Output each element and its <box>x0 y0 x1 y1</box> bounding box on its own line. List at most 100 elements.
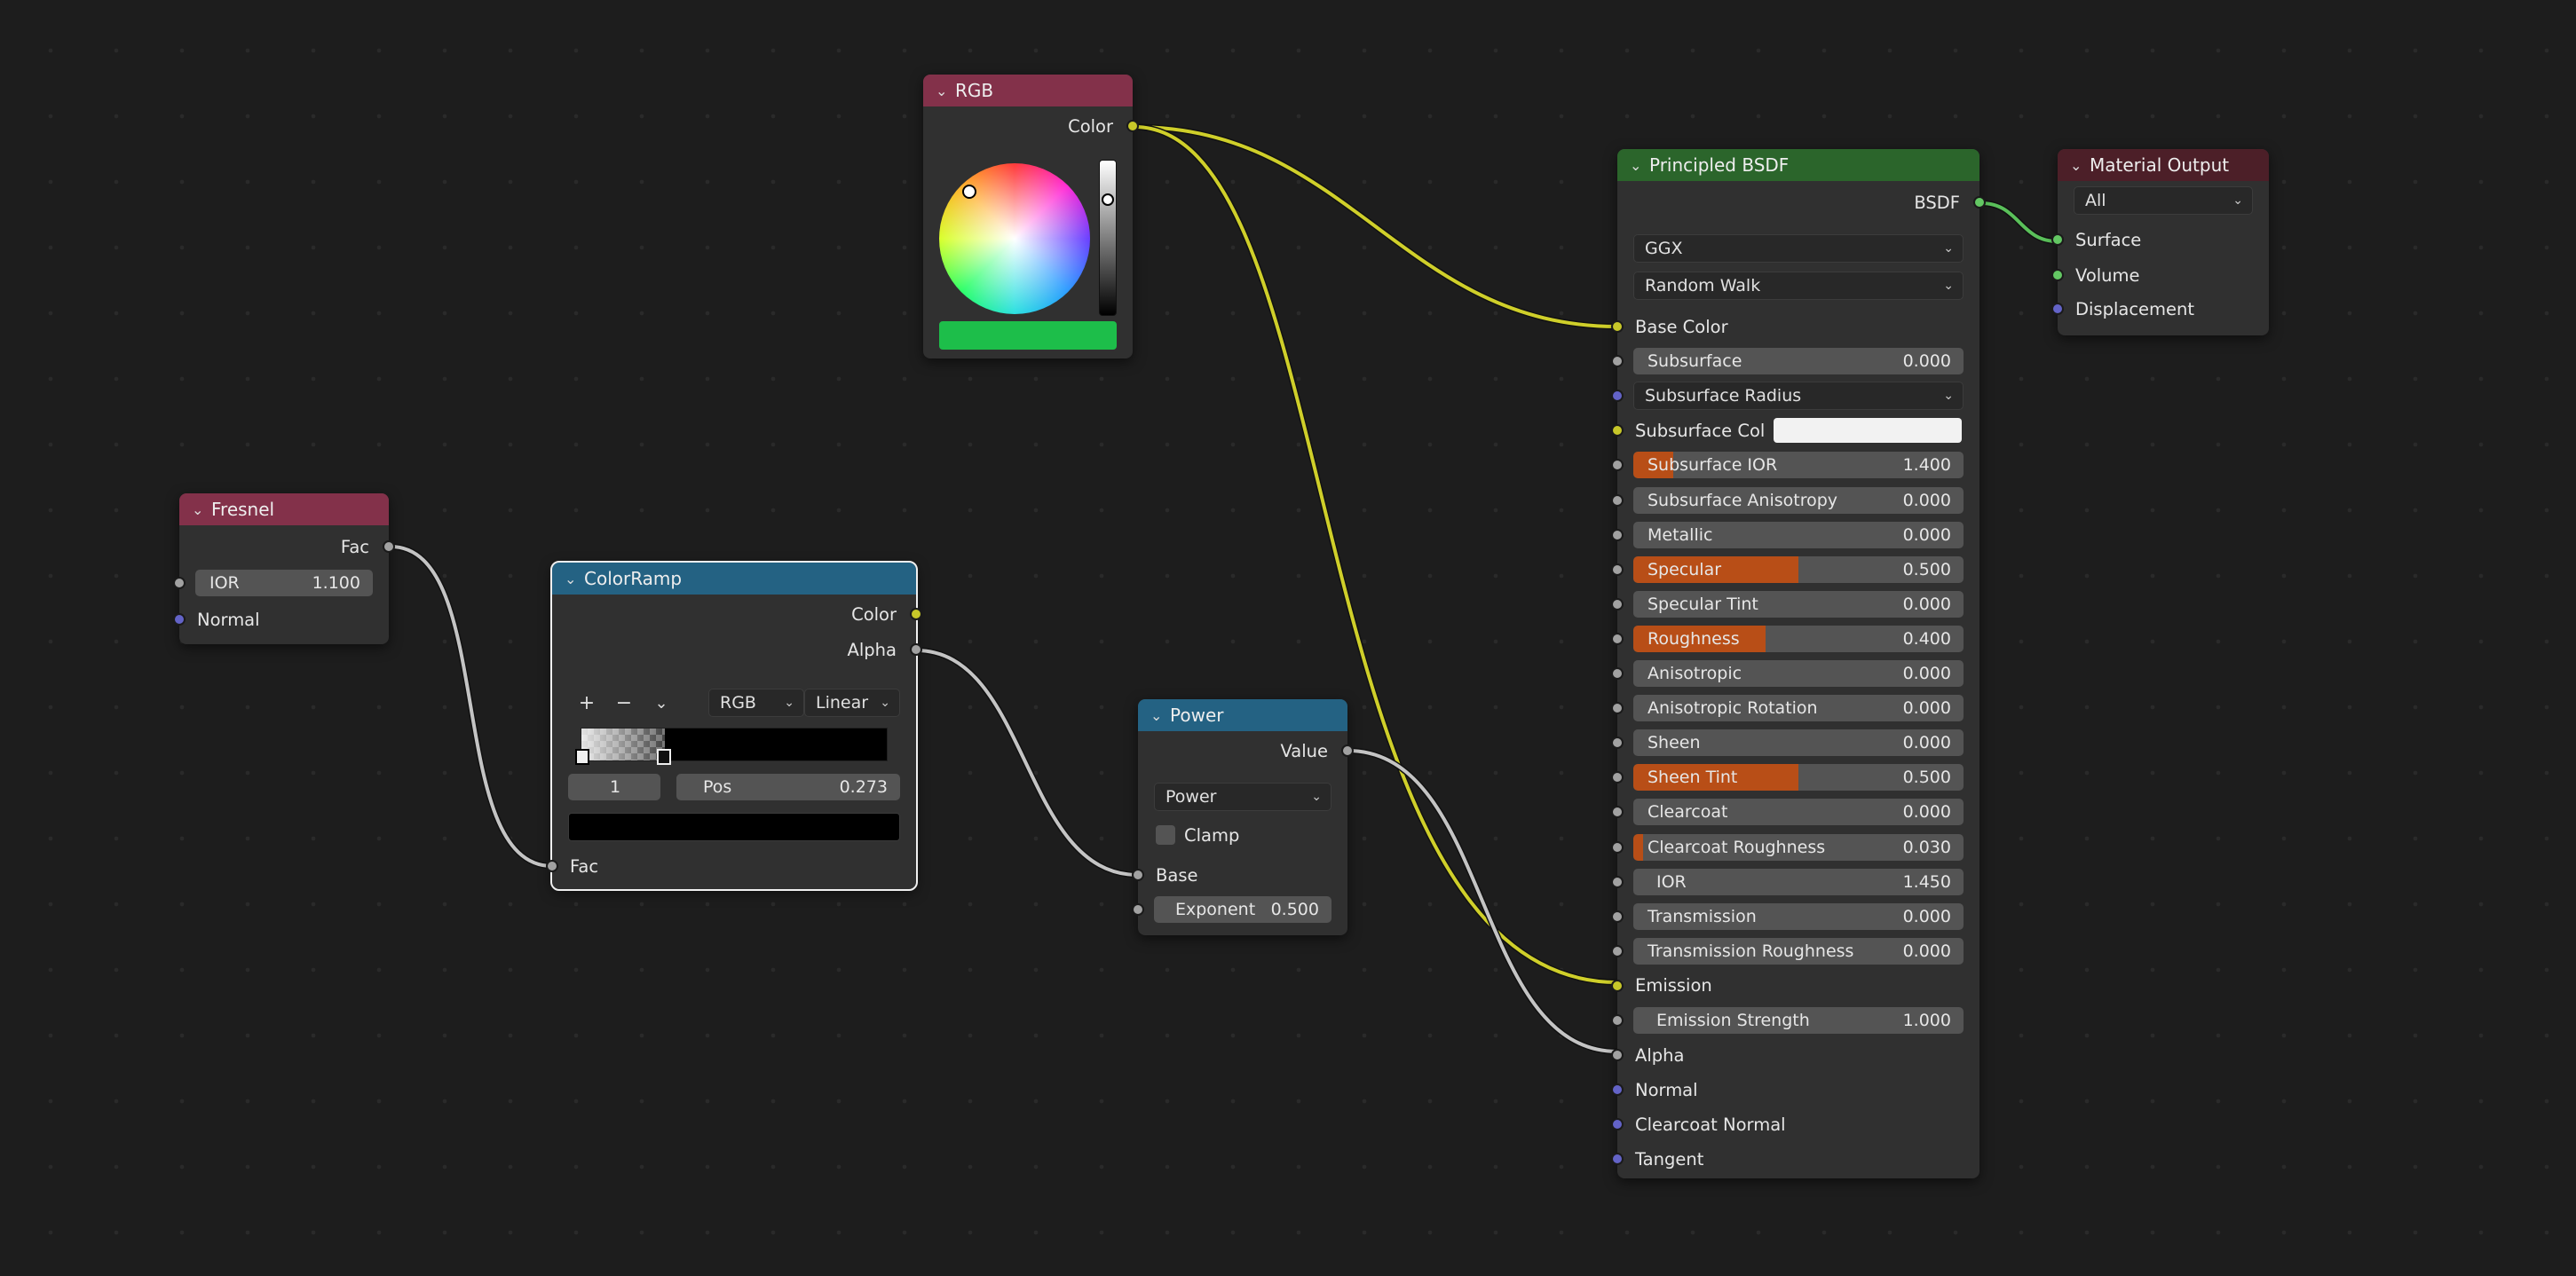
power-node[interactable]: ⌄ Power Value Power ⌄ Clamp Base Exponent… <box>1132 699 1354 935</box>
subsurface-anisotropy-slider[interactable]: Subsurface Anisotropy 0.000 <box>1633 486 1964 514</box>
collapse-chevron-icon[interactable]: ⌄ <box>192 501 211 518</box>
output-node-header[interactable]: ⌄ Material Output <box>2058 149 2269 181</box>
value-slider[interactable] <box>1099 160 1117 316</box>
roughness-slider[interactable]: Roughness 0.400 <box>1633 625 1964 652</box>
metallic-input-socket[interactable] <box>1611 528 1624 541</box>
surface-input-socket[interactable] <box>2051 233 2064 246</box>
color-mode-dropdown[interactable]: RGB ⌄ <box>708 689 804 717</box>
ior-slider[interactable]: IOR 1.450 <box>1633 868 1964 895</box>
colorramp-node[interactable]: ⌄ ColorRamp Color Alpha + − ⌄ RGB ⌄ Linea… <box>546 561 922 891</box>
rgb-color-output-socket[interactable] <box>1126 120 1139 132</box>
transmission-roughness-input-socket[interactable] <box>1611 944 1624 957</box>
add-stop-icon[interactable]: + <box>568 692 605 714</box>
fresnel-node-header[interactable]: ⌄ Fresnel <box>179 493 389 525</box>
remove-stop-icon[interactable]: − <box>605 692 643 714</box>
fresnel-normal-input-socket[interactable] <box>173 613 186 626</box>
bsdf-node-header[interactable]: ⌄ Principled BSDF <box>1617 149 1979 181</box>
colorramp-node-header[interactable]: ⌄ ColorRamp <box>552 563 916 595</box>
tangent-input-socket[interactable] <box>1611 1153 1624 1166</box>
link-rgb-to-base-color[interactable] <box>1134 125 1618 328</box>
stop-color-swatch[interactable] <box>568 813 900 841</box>
subsurface-anisotropy-input-socket[interactable] <box>1611 493 1624 507</box>
sheen-tint-slider[interactable]: Sheen Tint 0.500 <box>1633 764 1964 792</box>
exponent-field[interactable]: Exponent 0.500 <box>1154 896 1331 923</box>
emission-strength-input-socket[interactable] <box>1611 1014 1624 1027</box>
specular-tint-slider[interactable]: Specular Tint 0.000 <box>1633 590 1964 618</box>
colorramp-alpha-output-socket[interactable] <box>910 643 922 656</box>
specular-input-socket[interactable] <box>1611 563 1624 576</box>
subsurface-slider[interactable]: Subsurface 0.000 <box>1633 348 1964 375</box>
value-slider-handle[interactable] <box>1102 193 1114 206</box>
subsurface-input-socket[interactable] <box>1611 355 1624 368</box>
base-color-input-socket[interactable] <box>1611 320 1624 333</box>
anisotropic-slider[interactable]: Anisotropic 0.000 <box>1633 660 1964 687</box>
ramp-stop-handle-1[interactable] <box>657 749 671 765</box>
subsurface-color-swatch[interactable] <box>1774 418 1962 444</box>
rgb-node-header[interactable]: ⌄ RGB <box>923 75 1133 106</box>
clearcoat-input-socket[interactable] <box>1611 806 1624 819</box>
clearcoat-roughness-slider[interactable]: Clearcoat Roughness 0.030 <box>1633 833 1964 861</box>
transmission-slider[interactable]: Transmission 0.000 <box>1633 902 1964 930</box>
link-bsdf-to-surface[interactable] <box>1980 201 2058 243</box>
subsurface-radius-input-socket[interactable] <box>1611 390 1624 403</box>
rgb-color-swatch[interactable] <box>939 321 1117 350</box>
collapse-chevron-icon[interactable]: ⌄ <box>565 571 584 587</box>
subsurface-radius-dropdown[interactable]: Subsurface Radius ⌄ <box>1633 382 1964 411</box>
power-node-header[interactable]: ⌄ Power <box>1138 699 1347 731</box>
link-power-to-alpha[interactable] <box>1347 749 1618 1053</box>
clearcoat-roughness-input-socket[interactable] <box>1611 840 1624 854</box>
fresnel-fac-output-socket[interactable] <box>383 540 395 553</box>
alpha-input-socket[interactable] <box>1611 1049 1624 1062</box>
ramp-stop-handle-0[interactable] <box>575 749 589 765</box>
specular-slider[interactable]: Specular 0.500 <box>1633 555 1964 583</box>
emission-strength-slider[interactable]: Emission Strength 1.000 <box>1633 1007 1964 1034</box>
subsurface-color-input-socket[interactable] <box>1611 424 1624 437</box>
active-stop-index-field[interactable]: 1 <box>568 774 660 800</box>
anisotropic-rotation-input-socket[interactable] <box>1611 702 1624 715</box>
metallic-slider[interactable]: Metallic 0.000 <box>1633 521 1964 548</box>
collapse-chevron-icon[interactable]: ⌄ <box>1150 707 1170 724</box>
color-wheel-picker-handle[interactable] <box>962 185 976 199</box>
render-target-dropdown[interactable]: All ⌄ <box>2074 186 2253 215</box>
bsdf-output-socket[interactable] <box>1973 196 1986 209</box>
colorramp-color-output-socket[interactable] <box>910 608 922 620</box>
collapse-chevron-icon[interactable]: ⌄ <box>1630 157 1649 174</box>
fresnel-ior-field[interactable]: IOR 1.100 <box>195 570 373 596</box>
rgb-node[interactable]: ⌄ RGB Color <box>923 75 1139 358</box>
math-operation-dropdown[interactable]: Power ⌄ <box>1154 783 1331 811</box>
stop-position-field[interactable]: Pos 0.273 <box>676 774 900 800</box>
collapse-chevron-icon[interactable]: ⌄ <box>2070 157 2090 174</box>
specular-tint-input-socket[interactable] <box>1611 597 1624 610</box>
clearcoat-normal-input-socket[interactable] <box>1611 1118 1624 1131</box>
sheen-input-socket[interactable] <box>1611 736 1624 750</box>
interpolation-dropdown[interactable]: Linear ⌄ <box>804 689 900 717</box>
fresnel-node[interactable]: ⌄ Fresnel Fac IOR 1.100 Normal <box>173 493 395 644</box>
sheen-slider[interactable]: Sheen 0.000 <box>1633 729 1964 757</box>
fresnel-ior-input-socket[interactable] <box>173 577 186 589</box>
clamp-checkbox[interactable] <box>1156 825 1175 845</box>
roughness-input-socket[interactable] <box>1611 632 1624 645</box>
material-output-node[interactable]: ⌄ Material Output All ⌄ Surface Volume Di… <box>2051 149 2269 335</box>
link-colorramp-alpha-to-power[interactable] <box>915 649 1139 877</box>
subsurface-ior-slider[interactable]: Subsurface IOR 1.400 <box>1633 452 1964 479</box>
subsurface-method-dropdown[interactable]: Random Walk ⌄ <box>1633 272 1964 300</box>
sheen-tint-input-socket[interactable] <box>1611 771 1624 784</box>
principled-bsdf-node[interactable]: ⌄ Principled BSDF BSDF GGX ⌄ Random Walk ⌄… <box>1611 149 1986 1178</box>
colorramp-fac-input-socket[interactable] <box>546 860 558 872</box>
power-exponent-input-socket[interactable] <box>1132 903 1144 916</box>
collapse-chevron-icon[interactable]: ⌄ <box>936 83 955 99</box>
volume-input-socket[interactable] <box>2051 269 2064 281</box>
anisotropic-input-socket[interactable] <box>1611 667 1624 680</box>
ramp-menu-chevron-icon[interactable]: ⌄ <box>643 694 680 713</box>
link-fresnel-to-colorramp[interactable] <box>390 545 553 868</box>
ior-input-socket[interactable] <box>1611 875 1624 888</box>
normal-input-socket[interactable] <box>1611 1083 1624 1097</box>
distribution-dropdown[interactable]: GGX ⌄ <box>1633 234 1964 263</box>
power-base-input-socket[interactable] <box>1132 869 1144 881</box>
anisotropic-rotation-slider[interactable]: Anisotropic Rotation 0.000 <box>1633 695 1964 722</box>
emission-input-socket[interactable] <box>1611 979 1624 992</box>
subsurface-ior-input-socket[interactable] <box>1611 459 1624 472</box>
power-value-output-socket[interactable] <box>1341 744 1354 757</box>
transmission-input-socket[interactable] <box>1611 910 1624 923</box>
color-wheel[interactable] <box>939 163 1090 314</box>
